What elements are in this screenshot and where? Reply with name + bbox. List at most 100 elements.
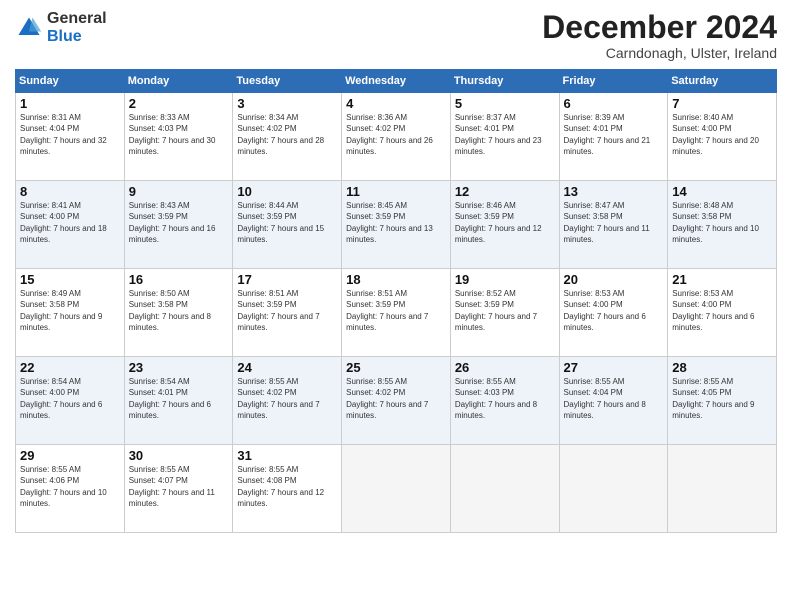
week-row-1: 1Sunrise: 8:31 AMSunset: 4:04 PMDaylight… [16, 93, 777, 181]
day-detail: Sunrise: 8:49 AMSunset: 3:58 PMDaylight:… [20, 288, 120, 333]
day-detail: Sunrise: 8:41 AMSunset: 4:00 PMDaylight:… [20, 200, 120, 245]
day-detail: Sunrise: 8:55 AMSunset: 4:02 PMDaylight:… [237, 376, 337, 421]
week-row-5: 29Sunrise: 8:55 AMSunset: 4:06 PMDayligh… [16, 445, 777, 533]
day-number: 2 [129, 96, 229, 111]
day-cell: 4Sunrise: 8:36 AMSunset: 4:02 PMDaylight… [342, 93, 451, 181]
week-row-2: 8Sunrise: 8:41 AMSunset: 4:00 PMDaylight… [16, 181, 777, 269]
day-number: 17 [237, 272, 337, 287]
day-detail: Sunrise: 8:40 AMSunset: 4:00 PMDaylight:… [672, 112, 772, 157]
day-cell: 25Sunrise: 8:55 AMSunset: 4:02 PMDayligh… [342, 357, 451, 445]
day-cell: 2Sunrise: 8:33 AMSunset: 4:03 PMDaylight… [124, 93, 233, 181]
day-cell: 23Sunrise: 8:54 AMSunset: 4:01 PMDayligh… [124, 357, 233, 445]
day-detail: Sunrise: 8:54 AMSunset: 4:00 PMDaylight:… [20, 376, 120, 421]
title-block: December 2024 Carndonagh, Ulster, Irelan… [542, 10, 777, 61]
day-number: 9 [129, 184, 229, 199]
day-cell: 7Sunrise: 8:40 AMSunset: 4:00 PMDaylight… [668, 93, 777, 181]
day-cell: 11Sunrise: 8:45 AMSunset: 3:59 PMDayligh… [342, 181, 451, 269]
day-cell: 10Sunrise: 8:44 AMSunset: 3:59 PMDayligh… [233, 181, 342, 269]
day-cell: 31Sunrise: 8:55 AMSunset: 4:08 PMDayligh… [233, 445, 342, 533]
day-cell: 19Sunrise: 8:52 AMSunset: 3:59 PMDayligh… [450, 269, 559, 357]
day-detail: Sunrise: 8:55 AMSunset: 4:03 PMDaylight:… [455, 376, 555, 421]
day-number: 12 [455, 184, 555, 199]
day-detail: Sunrise: 8:36 AMSunset: 4:02 PMDaylight:… [346, 112, 446, 157]
day-cell: 14Sunrise: 8:48 AMSunset: 3:58 PMDayligh… [668, 181, 777, 269]
logo-icon [15, 14, 43, 42]
day-cell: 29Sunrise: 8:55 AMSunset: 4:06 PMDayligh… [16, 445, 125, 533]
day-cell: 18Sunrise: 8:51 AMSunset: 3:59 PMDayligh… [342, 269, 451, 357]
day-cell: 22Sunrise: 8:54 AMSunset: 4:00 PMDayligh… [16, 357, 125, 445]
day-cell: 24Sunrise: 8:55 AMSunset: 4:02 PMDayligh… [233, 357, 342, 445]
day-cell [342, 445, 451, 533]
day-number: 10 [237, 184, 337, 199]
day-detail: Sunrise: 8:47 AMSunset: 3:58 PMDaylight:… [564, 200, 664, 245]
day-number: 16 [129, 272, 229, 287]
day-detail: Sunrise: 8:33 AMSunset: 4:03 PMDaylight:… [129, 112, 229, 157]
day-detail: Sunrise: 8:55 AMSunset: 4:08 PMDaylight:… [237, 464, 337, 509]
day-number: 21 [672, 272, 772, 287]
col-header-thursday: Thursday [450, 70, 559, 93]
day-cell: 26Sunrise: 8:55 AMSunset: 4:03 PMDayligh… [450, 357, 559, 445]
day-detail: Sunrise: 8:45 AMSunset: 3:59 PMDaylight:… [346, 200, 446, 245]
day-cell: 28Sunrise: 8:55 AMSunset: 4:05 PMDayligh… [668, 357, 777, 445]
day-cell: 30Sunrise: 8:55 AMSunset: 4:07 PMDayligh… [124, 445, 233, 533]
day-cell: 17Sunrise: 8:51 AMSunset: 3:59 PMDayligh… [233, 269, 342, 357]
day-detail: Sunrise: 8:34 AMSunset: 4:02 PMDaylight:… [237, 112, 337, 157]
day-number: 22 [20, 360, 120, 375]
location-subtitle: Carndonagh, Ulster, Ireland [542, 45, 777, 61]
logo-general: General [47, 10, 107, 28]
day-cell: 13Sunrise: 8:47 AMSunset: 3:58 PMDayligh… [559, 181, 668, 269]
day-number: 13 [564, 184, 664, 199]
logo-blue: Blue [47, 28, 107, 46]
day-number: 1 [20, 96, 120, 111]
day-detail: Sunrise: 8:54 AMSunset: 4:01 PMDaylight:… [129, 376, 229, 421]
day-number: 31 [237, 448, 337, 463]
day-number: 25 [346, 360, 446, 375]
day-cell: 9Sunrise: 8:43 AMSunset: 3:59 PMDaylight… [124, 181, 233, 269]
day-detail: Sunrise: 8:55 AMSunset: 4:07 PMDaylight:… [129, 464, 229, 509]
calendar-table: SundayMondayTuesdayWednesdayThursdayFrid… [15, 69, 777, 533]
day-detail: Sunrise: 8:51 AMSunset: 3:59 PMDaylight:… [237, 288, 337, 333]
page: General Blue December 2024 Carndonagh, U… [0, 0, 792, 612]
header: General Blue December 2024 Carndonagh, U… [15, 10, 777, 61]
day-number: 5 [455, 96, 555, 111]
logo-text: General Blue [47, 10, 107, 45]
day-cell: 1Sunrise: 8:31 AMSunset: 4:04 PMDaylight… [16, 93, 125, 181]
day-number: 7 [672, 96, 772, 111]
col-header-saturday: Saturday [668, 70, 777, 93]
day-number: 6 [564, 96, 664, 111]
day-detail: Sunrise: 8:55 AMSunset: 4:06 PMDaylight:… [20, 464, 120, 509]
day-detail: Sunrise: 8:53 AMSunset: 4:00 PMDaylight:… [672, 288, 772, 333]
day-number: 18 [346, 272, 446, 287]
day-detail: Sunrise: 8:55 AMSunset: 4:02 PMDaylight:… [346, 376, 446, 421]
day-number: 28 [672, 360, 772, 375]
day-cell [559, 445, 668, 533]
day-cell: 6Sunrise: 8:39 AMSunset: 4:01 PMDaylight… [559, 93, 668, 181]
day-number: 15 [20, 272, 120, 287]
day-number: 26 [455, 360, 555, 375]
day-number: 8 [20, 184, 120, 199]
day-detail: Sunrise: 8:44 AMSunset: 3:59 PMDaylight:… [237, 200, 337, 245]
day-detail: Sunrise: 8:53 AMSunset: 4:00 PMDaylight:… [564, 288, 664, 333]
day-number: 23 [129, 360, 229, 375]
col-header-wednesday: Wednesday [342, 70, 451, 93]
day-detail: Sunrise: 8:55 AMSunset: 4:05 PMDaylight:… [672, 376, 772, 421]
day-number: 11 [346, 184, 446, 199]
day-cell: 12Sunrise: 8:46 AMSunset: 3:59 PMDayligh… [450, 181, 559, 269]
day-cell: 5Sunrise: 8:37 AMSunset: 4:01 PMDaylight… [450, 93, 559, 181]
day-number: 14 [672, 184, 772, 199]
day-cell: 21Sunrise: 8:53 AMSunset: 4:00 PMDayligh… [668, 269, 777, 357]
day-detail: Sunrise: 8:51 AMSunset: 3:59 PMDaylight:… [346, 288, 446, 333]
day-detail: Sunrise: 8:39 AMSunset: 4:01 PMDaylight:… [564, 112, 664, 157]
day-number: 30 [129, 448, 229, 463]
day-cell [668, 445, 777, 533]
col-header-monday: Monday [124, 70, 233, 93]
day-number: 19 [455, 272, 555, 287]
day-cell: 15Sunrise: 8:49 AMSunset: 3:58 PMDayligh… [16, 269, 125, 357]
day-detail: Sunrise: 8:43 AMSunset: 3:59 PMDaylight:… [129, 200, 229, 245]
day-number: 20 [564, 272, 664, 287]
day-number: 29 [20, 448, 120, 463]
header-row: SundayMondayTuesdayWednesdayThursdayFrid… [16, 70, 777, 93]
month-title: December 2024 [542, 10, 777, 45]
day-number: 3 [237, 96, 337, 111]
logo: General Blue [15, 10, 107, 45]
